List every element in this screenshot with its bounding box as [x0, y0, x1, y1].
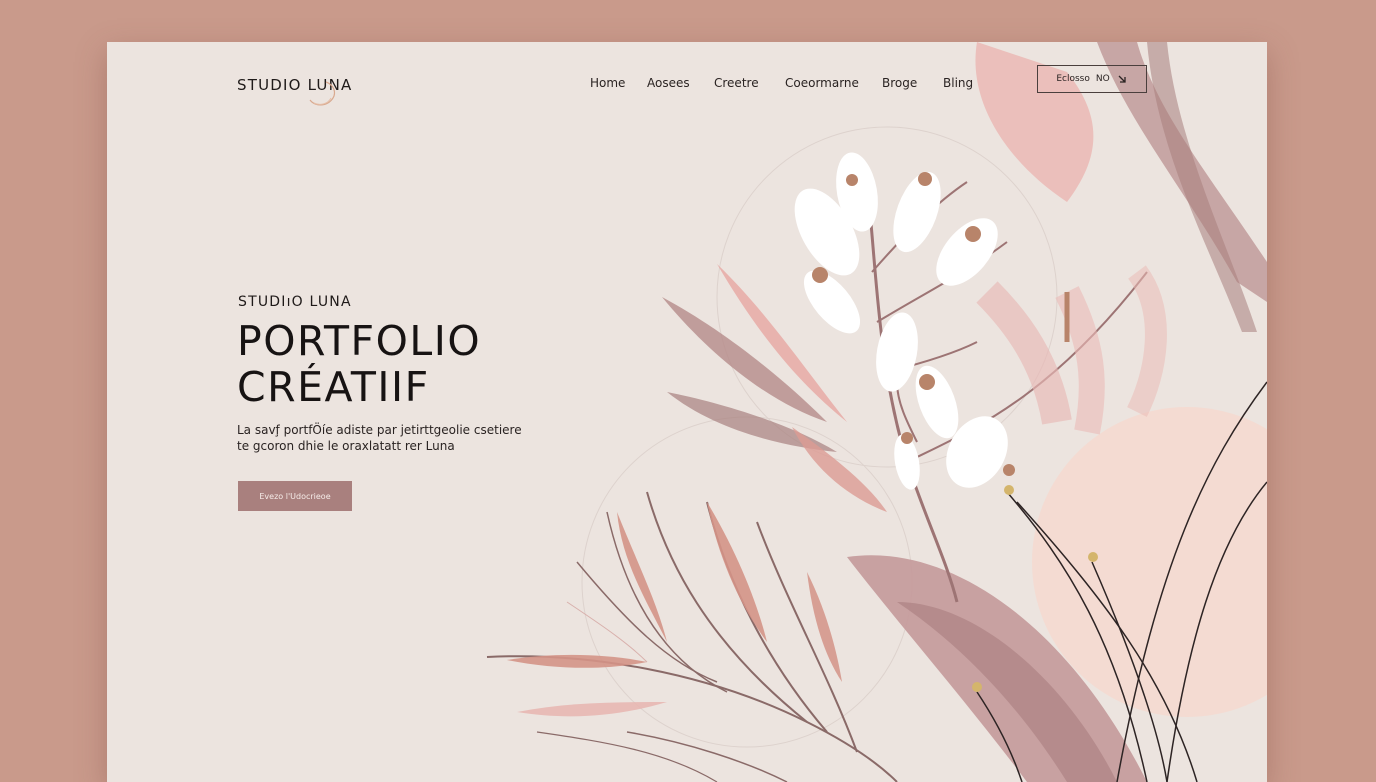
- botanical-illustration: [486, 42, 1267, 782]
- hero-title-line-1: PORTFOLIO: [237, 317, 482, 365]
- nav-link-4[interactable]: Coeormarne: [785, 76, 859, 90]
- nav-link-5[interactable]: Broge: [882, 76, 917, 90]
- nav-link-2[interactable]: Aosees: [647, 76, 690, 90]
- header-cta-suffix: NO: [1095, 74, 1110, 84]
- hero-cta-button[interactable]: Evezo l'Udocrieoe: [238, 481, 352, 511]
- header-cta-label: Eclosso: [1056, 74, 1090, 84]
- hero-description: La savf̧ portfÖíe adiste par jetirttgeol…: [237, 422, 557, 454]
- landing-page: STUDIO LUNA Home Aosees Creetre Coeormar…: [107, 42, 1267, 782]
- nav-link-3[interactable]: Creetre: [714, 76, 759, 90]
- hero-title: PORTFOLIO CRÉATIIF: [237, 318, 481, 410]
- nav-link-home[interactable]: Home: [590, 76, 625, 90]
- hero-eyebrow: STUDIıO LUNA: [238, 294, 352, 310]
- arrow-icon: [1118, 75, 1126, 83]
- header-cta-button[interactable]: Eclosso NO: [1037, 65, 1147, 93]
- hero-description-line-2: te gcoron dhie le oraxlatatt rer Luna: [237, 439, 455, 453]
- hero-title-line-2: CRÉATIIF: [237, 363, 430, 411]
- hero-description-line-1: La savf̧ portfÖíe adiste par jetirttgeol…: [237, 423, 522, 437]
- logo-swirl-icon: [309, 81, 336, 106]
- nav-link-6[interactable]: Bling: [943, 76, 973, 90]
